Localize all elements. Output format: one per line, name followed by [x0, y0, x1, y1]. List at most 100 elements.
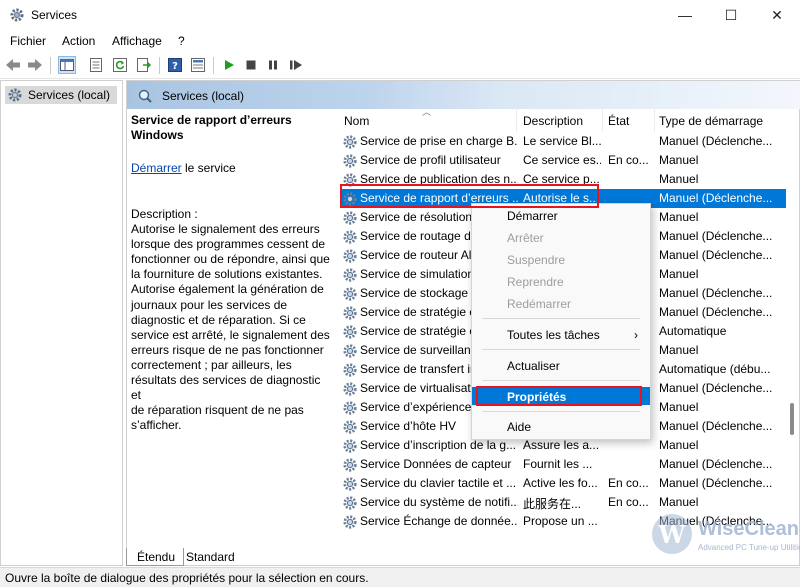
column-header-startup-type[interactable]: Type de démarrage: [655, 108, 786, 132]
tab-standard[interactable]: Standard: [176, 548, 243, 566]
start-service-link[interactable]: Démarrer: [131, 161, 182, 175]
close-button[interactable]: ✕: [754, 0, 800, 30]
cell-startup-type: Manuel (Déclenche...: [659, 191, 773, 205]
service-gear-icon: [343, 401, 357, 415]
cell-startup-type: Manuel (Déclenche...: [659, 305, 773, 319]
tree-item-label: Services (local): [28, 88, 111, 102]
forward-arrow-icon[interactable]: [26, 56, 44, 74]
menu-item-start[interactable]: Démarrer: [472, 206, 650, 226]
service-gear-icon: [343, 458, 357, 472]
cell-startup-type: Manuel: [659, 267, 699, 281]
menu-item-resume: Reprendre: [507, 275, 564, 289]
cell-startup-type: Manuel (Déclenche...: [659, 381, 773, 395]
table-row[interactable]: Service Données de capteur Fournit les ..…: [340, 455, 786, 474]
menu-item-stop: Arrêter: [507, 231, 544, 245]
menu-help[interactable]: ?: [178, 34, 185, 48]
tree-item-services-local[interactable]: Services (local): [5, 86, 117, 104]
service-gear-icon: [343, 154, 357, 168]
column-header-state[interactable]: État: [604, 108, 655, 132]
status-bar: Ouvre la boîte de dialogue des propriété…: [0, 567, 800, 587]
service-gear-icon: [343, 325, 357, 339]
back-arrow-icon[interactable]: [4, 56, 22, 74]
watermark-name: WiseCleaner: [698, 518, 800, 540]
cell-description: Ce service es...: [523, 153, 601, 167]
cell-name: Service Données de capteur: [360, 457, 512, 471]
menu-separator: [482, 380, 640, 381]
cell-startup-type: Manuel (Déclenche...: [659, 134, 773, 148]
service-gear-icon: [343, 496, 357, 510]
help-book-icon[interactable]: ?: [166, 56, 184, 74]
service-gear-icon: [343, 230, 357, 244]
refresh-icon[interactable]: [111, 56, 129, 74]
toolbar-separator: [213, 57, 214, 74]
menu-action[interactable]: Action: [62, 34, 95, 48]
cell-startup-type: Manuel (Déclenche...: [659, 476, 773, 490]
toolbar-separator: [50, 57, 51, 74]
service-gear-icon: [343, 268, 357, 282]
cell-state: En co...: [608, 153, 649, 167]
cell-startup-type: Manuel: [659, 400, 699, 414]
console-tree-icon[interactable]: [58, 56, 76, 74]
menu-file[interactable]: Fichier: [10, 34, 46, 48]
minimize-button[interactable]: —: [662, 0, 708, 30]
service-description-text: Description : Autorise le signalement de…: [131, 207, 330, 433]
play-icon[interactable]: [220, 56, 238, 74]
menu-item-pause: Suspendre: [507, 253, 566, 267]
toolbar: ?: [0, 52, 800, 79]
vertical-scrollbar[interactable]: [787, 108, 797, 532]
menu-bar: Fichier Action Affichage ?: [0, 31, 800, 51]
cell-startup-type: Manuel (Déclenche...: [659, 457, 773, 471]
table-row[interactable]: Service de profil utilisateur Ce service …: [340, 151, 786, 170]
service-gear-icon: [343, 363, 357, 377]
pane-header-title: Services (local): [162, 89, 245, 103]
cell-description: 此服务在...: [523, 497, 582, 511]
cell-state: En co...: [608, 495, 649, 509]
stop-icon[interactable]: [242, 56, 260, 74]
service-gear-icon: [343, 211, 357, 225]
service-gear-icon: [343, 515, 357, 529]
menu-separator: [482, 318, 640, 319]
cell-description: Active les fo...: [523, 476, 598, 490]
window-title: Services: [31, 8, 78, 22]
svg-text:?: ?: [172, 61, 178, 72]
restart-icon[interactable]: [287, 56, 305, 74]
wisecleaner-watermark: W WiseCleaner Advanced PC Tune-up Utilit…: [652, 512, 800, 566]
menu-item-all-tasks[interactable]: Toutes les tâches ›: [472, 325, 650, 345]
menu-separator: [482, 349, 640, 350]
table-row[interactable]: Service du système de notifi... 此服务在... En…: [340, 493, 786, 512]
status-text: Ouvre la boîte de dialogue des propriété…: [5, 571, 369, 585]
console-tree: Services (local): [0, 80, 123, 566]
menu-item-restart: Redémarrer: [507, 297, 572, 311]
cell-startup-type: Manuel (Déclenche...: [659, 286, 773, 300]
menu-item-properties[interactable]: Propriétés: [472, 387, 650, 405]
menu-item-refresh[interactable]: Actualiser: [472, 356, 650, 376]
cell-name: Service du système de notifi...: [360, 495, 518, 509]
table-row[interactable]: Service du clavier tactile et ... Active …: [340, 474, 786, 493]
export-list-icon[interactable]: [135, 56, 153, 74]
pane-header: Services (local): [127, 81, 800, 109]
service-gear-icon: [343, 382, 357, 396]
toolbar-separator: [159, 57, 160, 74]
start-service-line: Démarrer le service: [131, 161, 236, 175]
cell-startup-type: Manuel: [659, 210, 699, 224]
cell-name: Service du clavier tactile et ...: [360, 476, 517, 490]
column-header-name[interactable]: ︿ Nom: [340, 108, 517, 132]
menu-view[interactable]: Affichage: [112, 34, 162, 48]
cell-state: En co...: [608, 476, 649, 490]
view-details-icon[interactable]: [189, 56, 207, 74]
sort-ascending-icon: ︿: [422, 108, 432, 117]
table-row[interactable]: Service de prise en charge B... Le servic…: [340, 132, 786, 151]
pause-icon[interactable]: [264, 56, 282, 74]
title-bar: Services — ☐ ✕: [0, 0, 800, 30]
cell-startup-type: Manuel: [659, 438, 699, 452]
service-gear-icon: [343, 249, 357, 263]
table-row[interactable]: Service de publication des n... Ce servic…: [340, 170, 786, 189]
scrollbar-thumb[interactable]: [790, 403, 794, 435]
column-header-description[interactable]: Description: [519, 108, 603, 132]
properties-sheet-icon[interactable]: [87, 56, 105, 74]
service-gear-icon: [343, 477, 357, 491]
maximize-button[interactable]: ☐: [708, 0, 754, 30]
menu-item-help[interactable]: Aide: [472, 417, 650, 437]
chevron-right-icon: ›: [634, 328, 638, 342]
start-service-suffix: le service: [181, 161, 236, 175]
